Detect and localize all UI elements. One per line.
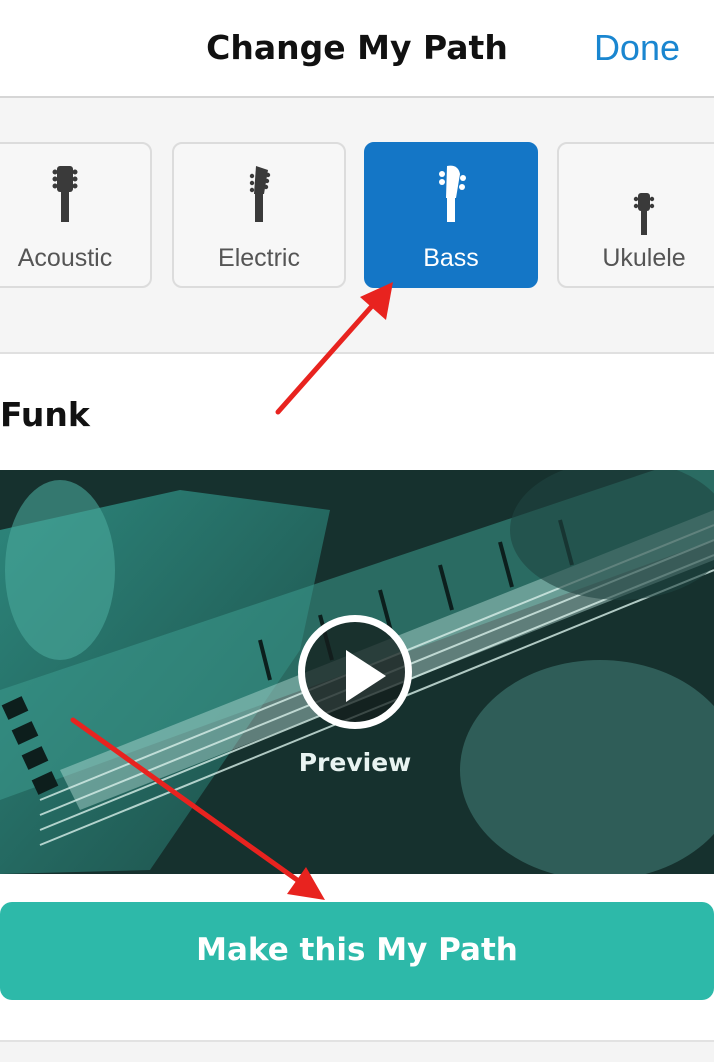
- play-icon: [346, 650, 386, 702]
- preview-label: Preview: [298, 748, 412, 777]
- instrument-tile-ukulele[interactable]: Ukulele: [557, 142, 714, 288]
- instrument-label: Acoustic: [17, 244, 113, 272]
- instrument-selector: Acoustic Electric Bass Ukulele: [0, 98, 714, 354]
- instrument-tile-electric[interactable]: Electric: [172, 142, 346, 288]
- make-my-path-button[interactable]: Make this My Path: [0, 902, 714, 1000]
- acoustic-guitar-headstock-icon: [0, 164, 150, 224]
- path-title: Funk: [0, 395, 90, 434]
- bass-headstock-icon: [366, 164, 536, 224]
- ukulele-headstock-icon: [559, 184, 714, 244]
- done-button[interactable]: Done: [594, 27, 680, 69]
- instrument-label: Electric: [218, 244, 300, 272]
- instrument-tile-acoustic[interactable]: Acoustic: [0, 142, 152, 288]
- navigation-bar: Change My Path Done: [0, 0, 714, 98]
- bottom-divider: [0, 1040, 714, 1062]
- electric-guitar-headstock-icon: [174, 164, 344, 224]
- instrument-tile-bass[interactable]: Bass: [364, 142, 538, 288]
- instrument-label: Bass: [423, 244, 479, 272]
- instrument-label: Ukulele: [602, 244, 686, 272]
- play-button[interactable]: [298, 615, 412, 729]
- make-my-path-label: Make this My Path: [196, 932, 518, 968]
